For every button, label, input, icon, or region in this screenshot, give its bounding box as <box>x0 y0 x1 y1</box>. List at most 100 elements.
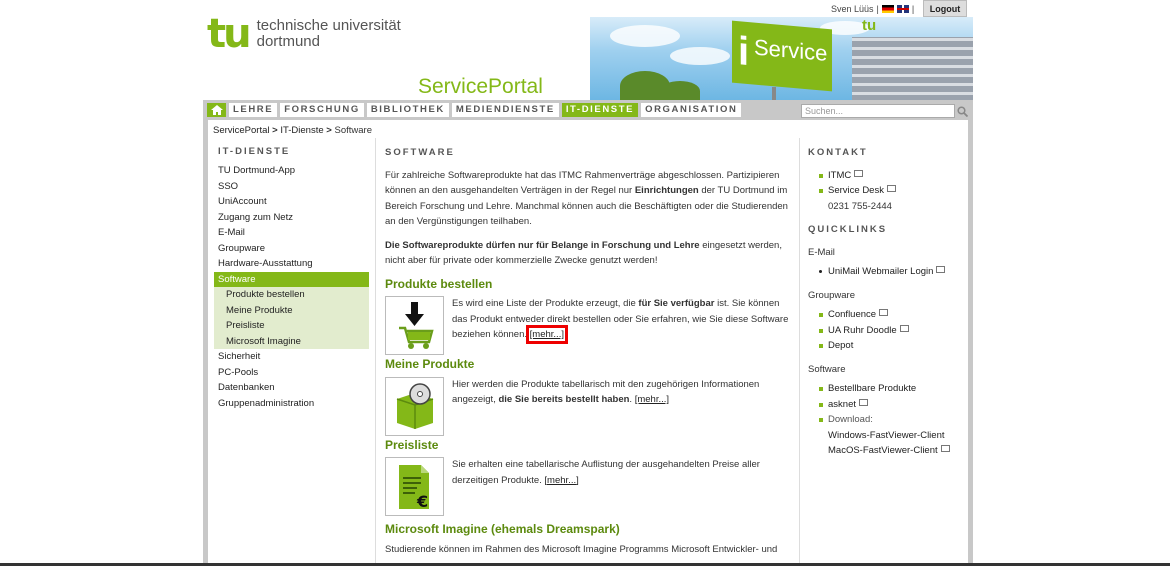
external-link-icon <box>879 309 889 316</box>
sidebar-item-sso[interactable]: SSO <box>214 179 369 195</box>
nav-forschung[interactable]: FORSCHUNG <box>280 103 364 117</box>
windows-fastviewer-link[interactable]: Windows-FastViewer-Client <box>828 430 945 441</box>
user-name: Sven Lüüs <box>831 4 874 14</box>
service-sign: i Service <box>732 20 832 92</box>
list-item: Download: <box>808 412 963 428</box>
price-list-block: € Sie erhalten eine tabellarische Auflis… <box>385 457 790 516</box>
nav-it-dienste[interactable]: IT-DIENSTE <box>561 103 639 117</box>
building-image <box>852 37 973 101</box>
list-item: Bestellbare Produkte <box>808 381 963 397</box>
section-title-produkte-bestellen[interactable]: Produkte bestellen <box>385 277 790 293</box>
bestellbare-produkte-link[interactable]: Bestellbare Produkte <box>828 383 916 394</box>
sidebar-subitem-preisliste[interactable]: Preisliste <box>214 318 369 334</box>
logo-line-2: dortmund <box>256 33 320 50</box>
english-flag-icon[interactable] <box>896 5 909 13</box>
section-title-microsoft-imagine[interactable]: Microsoft Imagine (ehemals Dreamspark) <box>385 522 790 538</box>
more-link-preisliste[interactable]: [mehr...] <box>544 475 578 486</box>
kontakt-service-desk-link[interactable]: Service Desk <box>828 185 884 196</box>
price-document-icon[interactable]: € <box>385 457 444 516</box>
quicklinks-heading: QUICKLINKS <box>808 224 888 235</box>
list-item: MacOS-FastViewer-Client <box>808 443 963 459</box>
tu-logo[interactable]: tu technische universität dortmund <box>207 11 401 57</box>
nav-lehre[interactable]: LEHRE <box>229 103 278 117</box>
external-link-icon <box>899 324 909 332</box>
sidebar-item-software[interactable]: Software <box>214 271 369 287</box>
external-link-icon <box>886 185 896 192</box>
portal-title: ServicePortal <box>418 75 543 98</box>
more-link-produkte-bestellen[interactable]: [mehr...] <box>525 325 569 344</box>
service-sign-text: Service <box>754 34 828 66</box>
more-link-meine-produkte[interactable]: [mehr...] <box>635 394 669 405</box>
sidebar-item-uniaccount[interactable]: UniAccount <box>214 194 369 210</box>
sidebar-item-e-mail[interactable]: E-Mail <box>214 225 369 241</box>
logo-line-1: technische universität <box>256 17 401 34</box>
list-item: UA Ruhr Doodle <box>808 323 963 339</box>
nav-bibliothek[interactable]: BIBLIOTHEK <box>366 103 449 117</box>
kontakt-phone: 0231 755-2444 <box>828 200 892 212</box>
sidebar-item-tu-dortmund-app[interactable]: TU Dortmund-App <box>214 163 369 179</box>
service-sign-i: i <box>738 29 750 75</box>
tu-logo-mark: tu <box>207 11 252 57</box>
sidebar-nav: TU Dortmund-App SSO UniAccount Zugang zu… <box>214 163 369 411</box>
section-title-preisliste[interactable]: Preisliste <box>385 438 790 454</box>
email-links: UniMail Webmailer Login <box>808 264 963 280</box>
software-links: Bestellbare Produkte asknet Download: Wi… <box>808 381 963 459</box>
nav-organisation[interactable]: ORGANISATION <box>641 103 742 117</box>
my-products-text: Hier werden die Produkte tabellarisch mi… <box>452 378 760 406</box>
unimail-link[interactable]: UniMail Webmailer Login <box>828 266 933 277</box>
sidebar-item-datenbanken[interactable]: Datenbanken <box>214 380 369 396</box>
download-label: Download: <box>828 414 873 425</box>
building-logo: tu <box>862 17 877 34</box>
list-item: UniMail Webmailer Login <box>808 264 963 280</box>
search-input[interactable]: Suchen... <box>801 104 955 118</box>
macos-fastviewer-link[interactable]: MacOS-FastViewer-Client <box>828 445 938 456</box>
german-flag-icon[interactable] <box>881 5 894 13</box>
ua-ruhr-doodle-link[interactable]: UA Ruhr Doodle <box>828 325 897 336</box>
breadcrumb: ServicePortal > IT-Dienste > Software <box>213 125 372 136</box>
my-products-block: Hier werden die Produkte tabellarisch mi… <box>385 376 790 436</box>
home-icon[interactable] <box>207 103 226 117</box>
sidebar-item-pc-pools[interactable]: PC-Pools <box>214 365 369 381</box>
list-item: Depot <box>808 338 963 354</box>
cart-icon[interactable] <box>385 296 444 355</box>
logout-button[interactable]: Logout <box>923 0 967 17</box>
list-item: Service Desk <box>808 183 963 199</box>
nav-mediendienste[interactable]: MEDIENDIENSTE <box>451 103 559 117</box>
tu-logo-text: technische universität dortmund <box>257 18 401 50</box>
breadcrumb-it-dienste[interactable]: IT-Dienste <box>280 125 323 136</box>
external-link-icon <box>936 266 946 273</box>
sidebar-subitem-meine-produkte[interactable]: Meine Produkte <box>214 302 369 318</box>
sidebar-item-hardware-ausstattung[interactable]: Hardware-Ausstattung <box>214 256 369 272</box>
separator: | <box>911 4 915 14</box>
sidebar-heading: IT-DIENSTE <box>218 146 291 157</box>
search-icon[interactable] <box>955 103 970 119</box>
page-title: SOFTWARE <box>385 147 455 158</box>
software-box-icon[interactable] <box>385 376 444 436</box>
microsoft-imagine-text: Studierende können im Rahmen des Microso… <box>385 543 778 555</box>
depot-link[interactable]: Depot <box>828 340 853 351</box>
sidebar-item-zugang-zum-netz[interactable]: Zugang zum Netz <box>214 210 369 226</box>
sidebar-item-groupware[interactable]: Groupware <box>214 241 369 257</box>
breadcrumb-separator: > <box>326 125 332 136</box>
sidebar-item-gruppenadministration[interactable]: Gruppenadministration <box>214 396 369 412</box>
header-banner: i Service tu <box>590 17 973 101</box>
product-order-text: Es wird eine Liste der Produkte erzeugt,… <box>452 298 789 344</box>
separator: | <box>876 4 879 14</box>
right-sidebar: KONTAKT ITMC Service Desk 0231 755-2444 … <box>808 145 963 467</box>
asknet-link[interactable]: asknet <box>828 399 856 410</box>
main-content: SOFTWARE Für zahlreiche Softwareprodukte… <box>385 145 790 565</box>
list-item: asknet <box>808 397 963 413</box>
breadcrumb-serviceportal[interactable]: ServicePortal <box>213 125 270 136</box>
download-icon <box>940 445 950 452</box>
section-title-meine-produkte[interactable]: Meine Produkte <box>385 357 790 373</box>
confluence-link[interactable]: Confluence <box>828 309 876 320</box>
sidebar-subitem-microsoft-imagine[interactable]: Microsoft Imagine <box>214 333 369 349</box>
quicklinks-software-label: Software <box>808 363 846 375</box>
sidebar-subitem-produkte-bestellen[interactable]: Produkte bestellen <box>214 287 369 303</box>
external-link-icon <box>854 169 864 177</box>
kontakt-itmc-link[interactable]: ITMC <box>828 170 851 181</box>
sidebar-item-sicherheit[interactable]: Sicherheit <box>214 349 369 365</box>
external-link-icon <box>859 398 868 406</box>
divider <box>375 138 376 566</box>
user-bar: Sven Lüüs | | <box>831 4 914 14</box>
